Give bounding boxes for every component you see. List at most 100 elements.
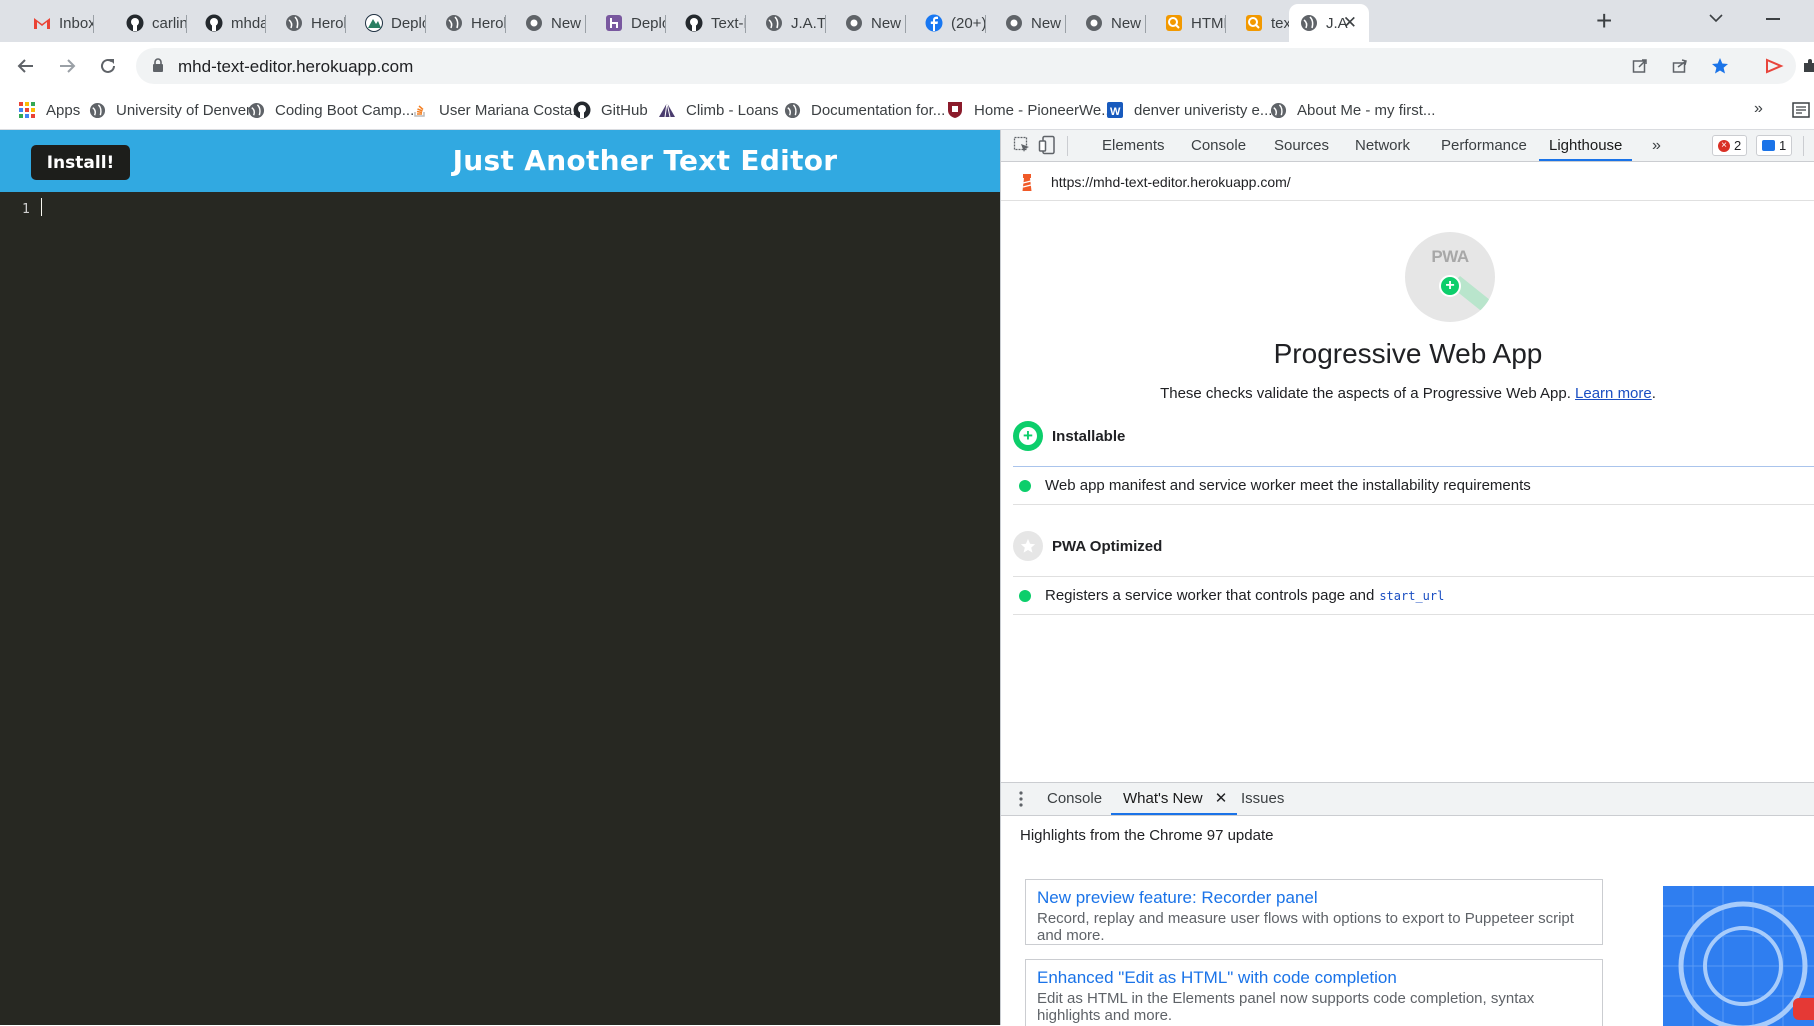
globe-icon <box>444 14 463 33</box>
tab-search-chevron-icon[interactable] <box>1709 10 1723 28</box>
whats-new-card[interactable]: Enhanced "Edit as HTML" with code comple… <box>1025 959 1603 1026</box>
search-q-icon <box>1244 14 1263 33</box>
bookmark-item[interactable]: Wdenver univeristy e... <box>1106 90 1272 130</box>
line-number: 1 <box>22 202 30 217</box>
lighthouse-url-bar: https://mhd-text-editor.herokuapp.com/ <box>1001 163 1814 201</box>
card-title[interactable]: New preview feature: Recorder panel <box>1037 887 1591 908</box>
tab-console[interactable]: Console <box>1191 130 1246 161</box>
reload-button[interactable] <box>96 54 120 78</box>
bookmark-item[interactable]: Documentation for... <box>783 90 945 130</box>
audit-title: Registers a service worker that controls… <box>1045 587 1375 604</box>
messages-badge[interactable]: 1 <box>1756 135 1793 156</box>
browser-tab-active[interactable]: J.A ✕ <box>1289 4 1369 42</box>
bookmark-label: User Mariana Costa... <box>439 101 585 119</box>
device-toolbar-icon[interactable] <box>1037 135 1057 155</box>
browser-tab[interactable]: Heroku <box>426 4 506 42</box>
group-pwa-optimized[interactable]: PWA Optimized <box>1013 531 1162 561</box>
bookmark-label: Climb - Loans <box>686 101 779 119</box>
card-title[interactable]: Enhanced "Edit as HTML" with code comple… <box>1037 967 1591 988</box>
more-bookmarks-chevron-icon[interactable]: » <box>1754 100 1763 118</box>
whats-new-card[interactable]: New preview feature: Recorder panel Reco… <box>1025 879 1603 945</box>
browser-tab[interactable]: New T <box>1066 4 1146 42</box>
group-installable[interactable]: + Installable <box>1013 421 1125 451</box>
share-icon[interactable] <box>1670 56 1690 76</box>
extensions-puzzle-icon[interactable] <box>1798 54 1814 78</box>
browser-tab[interactable]: mhdav <box>186 4 266 42</box>
browser-tab[interactable]: Deploy <box>586 4 666 42</box>
browser-tab[interactable]: New T <box>826 4 906 42</box>
browser-tab[interactable]: (20+) <box>906 4 986 42</box>
tab-network[interactable]: Network <box>1355 130 1410 161</box>
learn-more-link[interactable]: Learn more <box>1575 385 1652 402</box>
open-in-app-icon[interactable] <box>1630 56 1650 76</box>
minimize-window-button[interactable] <box>1766 18 1780 20</box>
bookmark-item[interactable]: Climb - Loans <box>658 90 779 130</box>
devtools-panel: Elements Console Sources Network Perform… <box>1000 130 1814 1026</box>
errors-badge[interactable]: × 2 <box>1712 135 1748 156</box>
chrome-icon <box>844 14 863 33</box>
tab-sources[interactable]: Sources <box>1274 130 1329 161</box>
browser-tab[interactable]: Inbox <box>14 4 94 42</box>
tab-title: carlinc <box>152 14 187 32</box>
browser-tab[interactable]: carlinc <box>107 4 187 42</box>
drawer-menu-kebab-icon[interactable] <box>1019 791 1023 812</box>
url-text: mhd-text-editor.herokuapp.com <box>178 57 414 76</box>
tab-title: (20+) <box>951 14 986 32</box>
pass-dot-icon <box>1019 589 1031 602</box>
browser-tab[interactable]: Text-E <box>666 4 746 42</box>
drawer-tab-issues[interactable]: Issues <box>1241 783 1284 815</box>
report-url[interactable]: https://mhd-text-editor.herokuapp.com/ <box>1051 174 1291 190</box>
forward-button[interactable] <box>55 54 79 78</box>
globe-icon <box>1299 14 1318 33</box>
github-icon <box>684 14 703 33</box>
devtools-tab-bar: Elements Console Sources Network Perform… <box>1001 130 1814 162</box>
audit-row[interactable]: Web app manifest and service worker meet… <box>1013 467 1814 505</box>
stackoverflow-icon <box>411 101 429 119</box>
tab-lighthouse[interactable]: Lighthouse <box>1539 130 1633 161</box>
address-bar[interactable]: mhd-text-editor.herokuapp.com <box>136 48 1796 84</box>
editor-area[interactable] <box>38 192 1000 1025</box>
tab-performance[interactable]: Performance <box>1441 130 1527 161</box>
browser-tab[interactable]: New T <box>506 4 586 42</box>
globe-icon <box>1269 101 1287 119</box>
close-tab-icon[interactable]: ✕ <box>1343 13 1357 33</box>
message-icon <box>1762 140 1775 151</box>
bookmark-item[interactable]: University of Denver <box>88 90 251 130</box>
back-button[interactable] <box>14 54 38 78</box>
browser-tab[interactable]: Deploy <box>346 4 426 42</box>
bookmark-item[interactable]: Home - PioneerWe... <box>946 90 1114 130</box>
bookmark-star-icon[interactable] <box>1710 56 1730 76</box>
tab-elements[interactable]: Elements <box>1102 130 1165 161</box>
new-tab-button[interactable]: + <box>1596 6 1612 36</box>
drawer-tab-console[interactable]: Console <box>1047 783 1102 815</box>
browser-tab[interactable]: HTML <box>1146 4 1226 42</box>
bookmarks-bar: Apps University of Denver Coding Boot Camp… <box>0 90 1814 130</box>
tab-title: mhdav <box>231 14 266 32</box>
bookmark-label: denver univeristy e... <box>1134 101 1273 119</box>
reading-list-icon[interactable] <box>1792 101 1810 124</box>
tab-title: HTML <box>1191 14 1226 32</box>
heroku-icon <box>604 14 623 33</box>
audit-row[interactable]: Registers a service worker that controls… <box>1013 577 1814 615</box>
browser-tab[interactable]: New T <box>986 4 1066 42</box>
card-description: Record, replay and measure user flows wi… <box>1037 910 1574 944</box>
chrome-icon <box>1004 14 1023 33</box>
toolbar-divider <box>1067 136 1068 156</box>
audit-title: Web app manifest and service worker meet… <box>1045 477 1531 494</box>
bookmark-item[interactable]: User Mariana Costa... <box>411 90 585 130</box>
browser-tab[interactable]: Heroku <box>266 4 346 42</box>
app-title: Just Another Text Editor <box>452 144 838 177</box>
error-icon: × <box>1718 139 1730 152</box>
bookmark-item[interactable]: About Me - my first... <box>1269 90 1435 130</box>
github-icon <box>204 14 223 33</box>
climb-icon <box>658 101 676 119</box>
browser-tab[interactable]: J.A.T.E <box>746 4 826 42</box>
more-tabs-chevron-icon[interactable]: » <box>1652 130 1661 161</box>
close-tab-icon[interactable]: ✕ <box>1215 790 1228 807</box>
bookmark-item[interactable]: Coding Boot Camp... <box>247 90 414 130</box>
extension-record-icon[interactable] <box>1762 54 1786 78</box>
bookmark-item[interactable]: Apps <box>18 90 80 130</box>
drawer-tab-whats-new[interactable]: What's New ✕ <box>1111 783 1238 815</box>
bookmark-item[interactable]: GitHub <box>573 90 648 130</box>
inspect-element-icon[interactable] <box>1012 135 1032 155</box>
